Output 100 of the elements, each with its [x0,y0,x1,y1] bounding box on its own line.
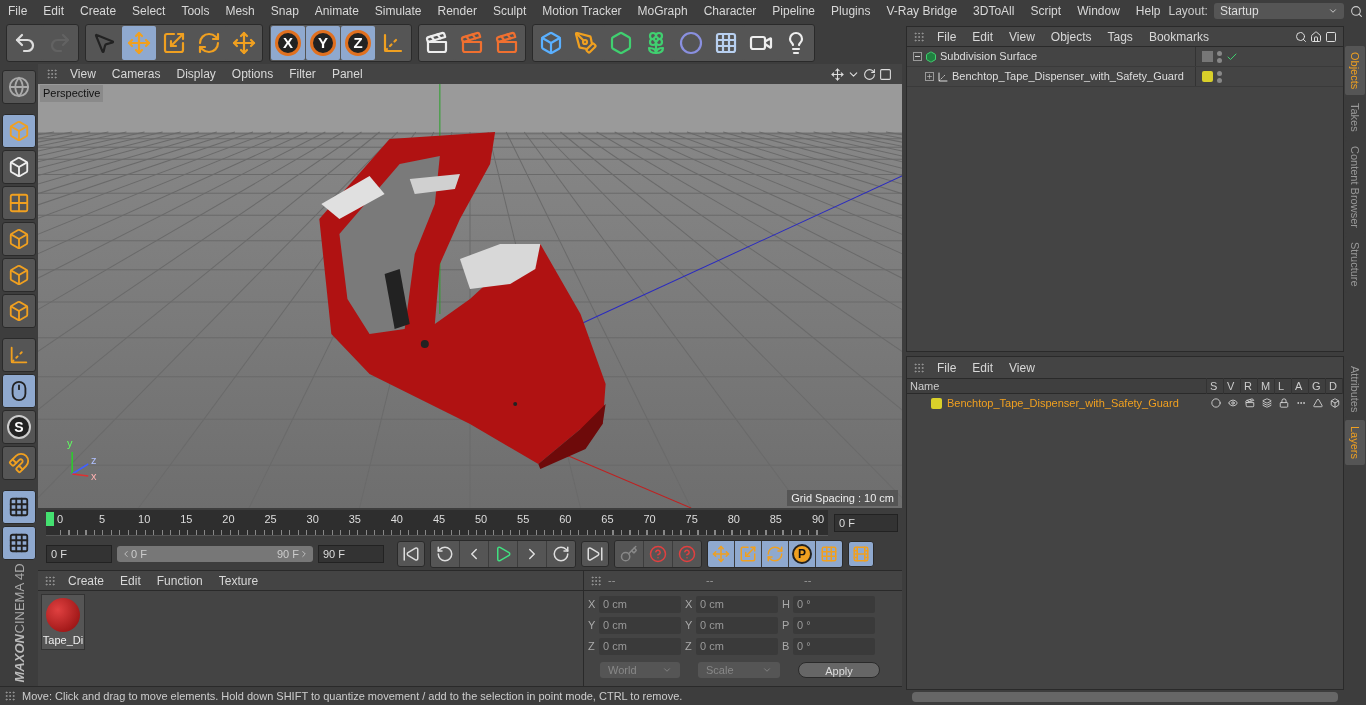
layer-color-swatch[interactable] [1202,71,1213,82]
tool-button[interactable] [2,490,36,524]
playback-button[interactable] [397,541,425,567]
playback-button[interactable] [431,541,459,567]
tool-button[interactable] [2,186,36,220]
side-tab[interactable]: Layers [1345,419,1365,465]
search-icon[interactable] [1295,30,1307,43]
layer-row[interactable]: Benchtop_Tape_Dispenser_with_Safety_Guard [907,394,1343,412]
material-swatch[interactable]: Tape_Di [41,594,85,650]
menu-item[interactable]: Character [703,2,757,20]
menu-item[interactable]: Texture [218,571,259,590]
menu-item[interactable]: File [937,358,957,377]
eye-icon[interactable] [1227,398,1238,408]
timeline-button[interactable] [848,541,874,567]
tool-button[interactable] [2,258,36,292]
tool-button[interactable] [2,446,36,480]
menu-item[interactable]: View [1009,27,1035,46]
menu-item[interactable]: Options [231,65,274,83]
column-header[interactable]: S [1207,377,1224,395]
orbit-icon[interactable] [863,67,876,81]
column-header[interactable]: Name [907,377,1207,395]
menu-item[interactable]: Sculpt [492,2,527,20]
tool-button[interactable] [2,70,36,104]
coordinate-field[interactable]: 0 ° [793,638,875,655]
coordinate-field[interactable]: 0 cm [696,638,778,655]
coordinate-field[interactable]: 0 ° [793,617,875,634]
tool-button[interactable] [2,150,36,184]
coordinate-field[interactable]: 0 cm [696,596,778,613]
tool-button[interactable] [2,374,36,408]
coordinate-field[interactable]: 0 ° [793,596,875,613]
layer-color-swatch[interactable] [931,397,942,409]
lock-icon[interactable] [1278,398,1289,408]
menu-item[interactable]: Filter [289,65,316,83]
column-header[interactable]: D [1326,377,1343,395]
tool-button[interactable] [2,222,36,256]
menu-item[interactable]: Window [1077,2,1120,20]
menu-item[interactable]: Edit [972,358,994,377]
column-header[interactable]: R [1241,377,1258,395]
menu-item[interactable]: Tools [181,2,210,20]
pan-icon[interactable] [831,67,844,81]
tool-button[interactable] [2,114,36,148]
object-row[interactable]: Benchtop_Tape_Dispenser_with_Safety_Guard [907,67,1343,87]
menu-item[interactable]: Edit [43,2,65,20]
layout-dropdown[interactable]: Startup [1213,3,1344,19]
menu-item[interactable]: V-Ray Bridge [886,2,958,20]
column-header[interactable]: A [1292,377,1309,395]
hierarchy-icon[interactable] [1261,398,1272,408]
coordinate-field[interactable]: 0 cm [599,596,681,613]
menu-item[interactable]: 3DToAll [973,2,1015,20]
menu-item[interactable]: Pipeline [772,2,816,20]
menu-item[interactable]: Simulate [374,2,422,20]
menu-item[interactable]: Render [437,2,477,20]
playback-button[interactable] [547,541,575,567]
tool-button[interactable] [2,338,36,372]
menu-item[interactable]: Snap [270,2,299,20]
menu-item[interactable]: Mesh [225,2,255,20]
clapperboard-icon[interactable] [1244,398,1255,408]
menu-item[interactable]: Select [132,2,166,20]
search-icon[interactable] [1349,4,1363,18]
end-frame-field[interactable]: 90 F [318,545,384,563]
playback-button[interactable] [581,541,609,567]
timeline-ruler[interactable]: 0 5 10 15 20 25 30 35 40 45 50 55 60 65 70 75 80 85 90 [46,510,828,536]
dot-icon[interactable] [1210,398,1221,408]
coordinate-field[interactable]: 0 cm [599,638,681,655]
menu-item[interactable]: Edit [972,27,994,46]
menu-item[interactable]: File [8,2,28,20]
menu-item[interactable]: MoGraph [637,2,688,20]
new-window-icon[interactable] [1325,30,1337,43]
menu-item[interactable]: Display [176,65,216,83]
menu-item[interactable]: Plugins [831,2,871,20]
coordinate-field[interactable]: 0 cm [599,617,681,634]
tool-button[interactable] [2,294,36,328]
column-header[interactable]: V [1224,377,1241,395]
current-frame-field[interactable]: 0 F [834,514,898,532]
maximize-icon[interactable] [879,67,892,81]
coordinate-field[interactable]: 0 cm [696,617,778,634]
visibility-dots-icon[interactable] [1217,50,1222,63]
menu-item[interactable]: Bookmarks [1148,27,1209,46]
menu-item[interactable]: Panel [331,65,363,83]
tool-button[interactable] [2,526,36,560]
menu-item[interactable]: Create [68,571,105,590]
menu-item[interactable]: Motion Tracker [542,2,622,20]
menu-item[interactable]: Objects [1050,27,1092,46]
column-header[interactable]: G [1309,377,1326,395]
collapse-icon[interactable] [913,52,922,61]
start-frame-field[interactable]: 0 F [46,545,112,563]
menu-item[interactable]: Function [156,571,203,590]
menu-item[interactable]: Help [1135,2,1161,20]
menu-item[interactable]: Cameras [111,65,161,83]
visibility-dots-icon[interactable] [1217,70,1222,83]
horizontal-scrollbar[interactable] [912,692,1338,702]
column-header[interactable]: L [1275,377,1292,395]
side-tab[interactable]: Objects [1345,46,1365,96]
object-row[interactable]: Subdivision Surface [907,47,1343,67]
menu-item[interactable]: Tags [1107,27,1133,46]
menu-item[interactable]: Script [1030,2,1062,20]
column-header[interactable]: M [1258,377,1275,395]
menu-item[interactable]: View [1009,358,1035,377]
home-icon[interactable] [1310,30,1322,43]
viewport[interactable]: Perspective y z x Grid Spacing : 10 cm [38,84,902,508]
